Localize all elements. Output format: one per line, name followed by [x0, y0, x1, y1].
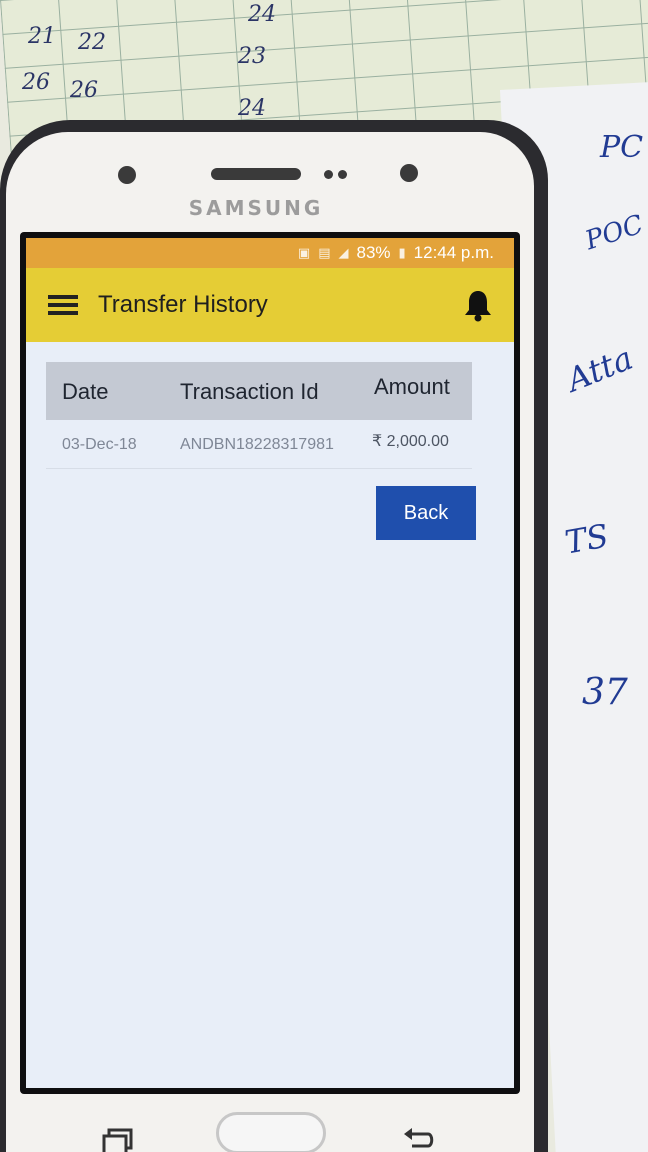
handwritten-note: 37 [582, 672, 628, 713]
signal-icon: ◢ [338, 245, 349, 260]
handwritten-number: 22 [78, 30, 106, 55]
earpiece-speaker [211, 168, 301, 180]
handwritten-number: 26 [70, 78, 98, 103]
handwritten-note: PC [600, 130, 644, 165]
row-transaction-id: ANDBN18228317981 [180, 436, 334, 453]
recent-apps-icon[interactable] [101, 1128, 135, 1152]
sensor-dot-icon [324, 170, 333, 179]
battery-icon: ▮ [398, 245, 406, 260]
hamburger-menu-icon[interactable] [48, 295, 78, 315]
brand-logo: SAMSUNG [188, 196, 324, 220]
page-title: Transfer History [98, 291, 268, 318]
table-header: Date Transaction Id Amount [46, 362, 472, 420]
proximity-sensor-icon [400, 164, 418, 182]
column-header-date: Date [62, 379, 109, 404]
row-date: 03-Dec-18 [62, 436, 137, 453]
row-amount: ₹ 2,000.00 [372, 433, 449, 450]
handwritten-note: TS [562, 516, 612, 562]
table-row: 03-Dec-18 ANDBN18228317981 ₹ 2,000.00 [46, 420, 472, 469]
volte-icon: ▣ [297, 245, 311, 260]
phone-frame: SAMSUNG ▣ ▤ ◢ 83% ▮ 12:44 p.m. Transfer … [0, 120, 548, 1152]
app-display: ▣ ▤ ◢ 83% ▮ 12:44 p.m. Transfer History [26, 238, 514, 1088]
notification-bell-icon[interactable] [462, 288, 494, 322]
front-camera-icon [118, 166, 136, 184]
phone-screen: ▣ ▤ ◢ 83% ▮ 12:44 p.m. Transfer History [20, 232, 520, 1094]
handwritten-number: 23 [238, 44, 266, 69]
back-arrow-icon[interactable] [402, 1124, 436, 1152]
handwritten-number: 26 [22, 70, 50, 95]
column-header-transaction-id: Transaction Id [180, 379, 319, 404]
back-button[interactable]: Back [376, 486, 476, 540]
handwritten-number: 21 [28, 24, 56, 49]
lte-icon: ▤ [318, 245, 331, 260]
app-bar: Transfer History [26, 268, 514, 342]
phone-face: SAMSUNG ▣ ▤ ◢ 83% ▮ 12:44 p.m. Transfer … [6, 132, 534, 1152]
home-button[interactable] [216, 1112, 326, 1152]
clock: 12:44 p.m. [413, 243, 494, 262]
column-header-amount: Amount [374, 374, 450, 399]
handwritten-number: 24 [248, 2, 276, 27]
navigation-bar [6, 1112, 534, 1152]
status-bar: ▣ ▤ ◢ 83% ▮ 12:44 p.m. [26, 238, 514, 268]
handwritten-number: 24 [238, 96, 266, 121]
sensor-dot-icon [338, 170, 347, 179]
battery-percentage: 83% [356, 243, 391, 262]
